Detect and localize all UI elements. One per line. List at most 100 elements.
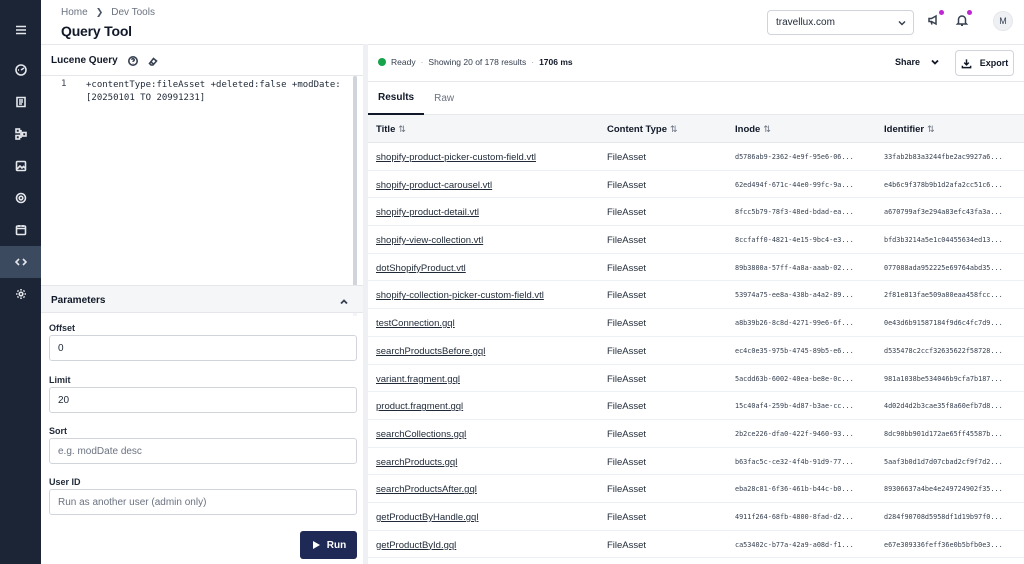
table-row[interactable]: searchProducts.gql FileAsset b63fac5c-ce32…	[368, 448, 1024, 476]
share-button[interactable]: Share	[895, 57, 940, 67]
content-type-cell: FileAsset	[607, 345, 647, 357]
run-label: Run	[326, 539, 347, 551]
sort-label: Sort	[49, 426, 67, 436]
title-link[interactable]: searchProducts.gql	[376, 457, 601, 468]
table-row[interactable]: shopify-product-detail.vtl FileAsset 8fcc5…	[368, 198, 1024, 227]
notifications-button[interactable]	[955, 10, 972, 27]
title-link[interactable]: getProductById.gql	[376, 540, 601, 551]
tab-results[interactable]: Results	[368, 82, 425, 115]
column-identifier[interactable]: Identifier ⇅	[884, 124, 935, 135]
user-id-input[interactable]: Run as another user (admin only)	[49, 489, 357, 515]
table-row[interactable]: getProductByHandle.gql FileAsset 4911f264-…	[368, 503, 1024, 531]
nav-media[interactable]	[0, 150, 41, 182]
inode-cell: 62ed494f-671c-44e0-99fc-9a...	[735, 180, 854, 189]
inode-cell: 53974a75-ee8a-438b-a4a2-89...	[735, 291, 854, 300]
title-link[interactable]: variant.fragment.gql	[376, 374, 601, 385]
run-button[interactable]: Run	[300, 531, 357, 559]
nav-schema[interactable]	[0, 118, 41, 150]
column-inode[interactable]: Inode ⇅	[735, 124, 771, 135]
table-row[interactable]: variant.fragment.gql FileAsset 5acdd63b-60…	[368, 365, 1024, 393]
title-link[interactable]: product.fragment.gql	[376, 401, 601, 412]
share-label: Share	[895, 57, 921, 67]
breadcrumb-dev-tools[interactable]: Dev Tools	[111, 7, 155, 18]
query-editor[interactable]: 1 +contentType:fileAsset +deleted:false …	[41, 75, 363, 316]
table-row[interactable]: testConnection.gql FileAsset a8b39b26-8c8d…	[368, 309, 1024, 337]
table-row[interactable]: shopify-product-carousel.vtl FileAsset 62e…	[368, 171, 1024, 199]
tab-raw[interactable]: Raw	[424, 82, 464, 115]
parameters-label: Parameters	[51, 295, 106, 306]
chevron-right-icon: ❯	[95, 7, 104, 17]
limit-input[interactable]: 20	[49, 387, 357, 413]
title-link[interactable]: testConnection.gql	[376, 318, 601, 329]
clear-query-button[interactable]	[148, 56, 158, 66]
editor-scrollbar[interactable]	[353, 76, 357, 316]
title-link[interactable]: shopify-product-detail.vtl	[376, 207, 601, 218]
editor-scrollbar-thumb[interactable]	[353, 76, 357, 310]
content-type-cell: FileAsset	[607, 235, 647, 247]
table-row[interactable]: product.fragment.gql FileAsset 15c40af4-25…	[368, 392, 1024, 420]
column-inode-label: Inode	[735, 124, 761, 135]
title-link[interactable]: getProductByHandle.gql	[376, 512, 601, 523]
bell-icon	[955, 15, 969, 26]
media-icon	[15, 160, 26, 172]
inode-cell: ec4c0e35-975b-4745-89b5-e6...	[735, 346, 854, 355]
table-row[interactable]: getProductById.gql FileAsset ca53402c-b77a…	[368, 531, 1024, 559]
title-link[interactable]: searchProductsBefore.gql	[376, 346, 601, 357]
column-title[interactable]: Title ⇅	[376, 124, 406, 135]
collapse-parameters-button[interactable]	[339, 294, 349, 305]
nav-content[interactable]	[0, 86, 41, 118]
sort-icon[interactable]: ⇅	[670, 124, 678, 135]
table-row[interactable]: shopify-view-collection.vtl FileAsset 8ccf…	[368, 226, 1024, 254]
table-row[interactable]: searchProductsBefore.gql FileAsset ec4c0e3…	[368, 337, 1024, 365]
identifier-cell: 33fab2b83a3244fbe2ac9927a6...	[884, 153, 1003, 161]
content-type-cell: FileAsset	[607, 401, 647, 413]
sort-input[interactable]: e.g. modDate desc	[49, 438, 357, 464]
identifier-cell: 4d02d4d2b3cae35f8a60efb7d8...	[884, 402, 1003, 411]
lucene-query-header: Lucene Query	[51, 55, 158, 66]
page-header: Home ❯ Dev Tools Query Tool travellux.co…	[41, 0, 1024, 44]
dev-tools-icon	[14, 258, 27, 266]
breadcrumb-home[interactable]: Home	[61, 7, 88, 18]
title-link[interactable]: searchProductsAfter.gql	[376, 484, 601, 495]
inode-cell: 8ccfaff0-4821-4e15-9bc4-e3...	[735, 236, 854, 245]
identifier-cell: 8dc90bb901d172ae65ff45587b...	[884, 429, 1003, 438]
announcements-button[interactable]	[927, 10, 944, 27]
title-link[interactable]: searchCollections.gql	[376, 429, 601, 440]
title-link[interactable]: dotShopifyProduct.vtl	[376, 263, 601, 274]
limit-label: Limit	[49, 375, 71, 385]
query-code[interactable]: +contentType:fileAsset +deleted:false +m…	[86, 79, 346, 105]
nav-calendar[interactable]	[0, 214, 41, 246]
nav-dev-tools[interactable]	[0, 246, 41, 278]
identifier-cell: 981a1038be534046b9cfa7b187...	[884, 374, 1003, 383]
nav-settings[interactable]	[0, 278, 41, 310]
title-link[interactable]: shopify-collection-picker-custom-field.v…	[376, 290, 601, 301]
column-title-label: Title	[376, 124, 396, 135]
parameters-header[interactable]: Parameters	[41, 285, 363, 313]
sort-icon[interactable]: ⇅	[398, 124, 406, 135]
site-selector[interactable]: travellux.com	[767, 10, 914, 35]
nav-dashboard[interactable]	[0, 54, 41, 86]
content-type-cell: FileAsset	[607, 456, 647, 468]
nav-target[interactable]	[0, 182, 41, 214]
notification-dot	[939, 10, 944, 15]
results-panel: Ready · Showing 20 of 178 results · 1706…	[368, 44, 1024, 564]
table-row[interactable]: searchProductsAfter.gql FileAsset eba28c81…	[368, 475, 1024, 503]
table-row[interactable]: shopify-product-picker-custom-field.vtl F…	[368, 143, 1024, 171]
title-link[interactable]: shopify-product-carousel.vtl	[376, 180, 601, 191]
title-link[interactable]: shopify-product-picker-custom-field.vtl	[376, 152, 601, 163]
help-circle-icon	[127, 55, 138, 66]
identifier-cell: 077088ada952225e69764abd35...	[884, 263, 1003, 272]
table-row[interactable]: searchCollections.gql FileAsset 2b2ce226-d…	[368, 420, 1024, 448]
sort-icon[interactable]: ⇅	[763, 124, 771, 135]
table-row[interactable]: shopify-collection-picker-custom-field.v…	[368, 281, 1024, 310]
table-row[interactable]: dotShopifyProduct.vtl FileAsset 89b3800a-5…	[368, 254, 1024, 282]
user-avatar[interactable]: M	[993, 11, 1013, 31]
export-button[interactable]: Export	[955, 50, 1014, 76]
title-link[interactable]: shopify-view-collection.vtl	[376, 235, 601, 246]
dashboard-icon	[14, 64, 27, 76]
menu-toggle-button[interactable]	[0, 14, 41, 46]
sort-icon[interactable]: ⇅	[927, 124, 935, 135]
help-button[interactable]	[127, 55, 138, 66]
column-content-type[interactable]: Content Type ⇅	[607, 124, 678, 135]
offset-input[interactable]: 0	[49, 335, 357, 361]
